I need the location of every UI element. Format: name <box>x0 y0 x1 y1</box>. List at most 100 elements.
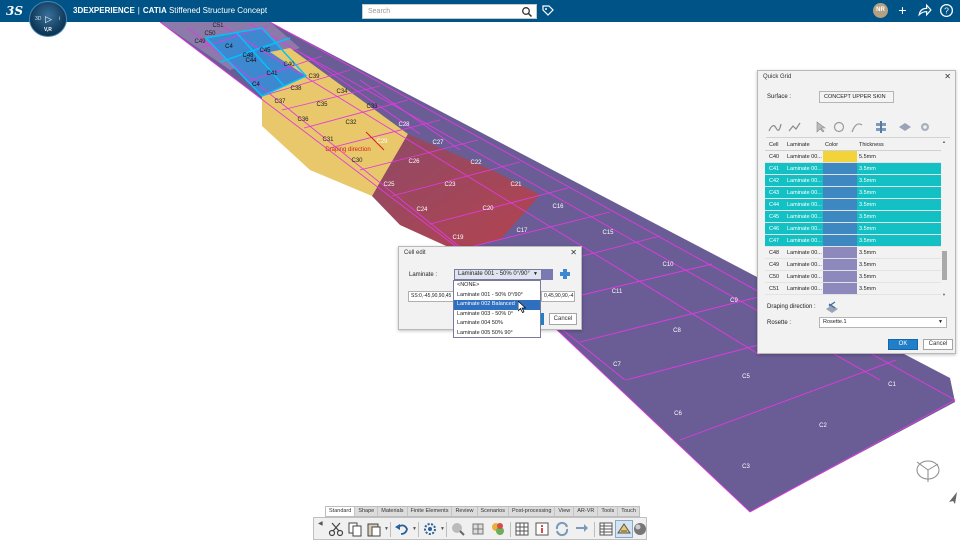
chevron-down-icon[interactable]: ▼ <box>412 526 417 532</box>
cell-label-c31[interactable]: C31 <box>322 137 334 143</box>
table-row[interactable]: C47 Laminate 00... 3.5mm <box>765 235 941 247</box>
cut-icon[interactable] <box>328 521 344 537</box>
cell-label-c3[interactable]: C3 <box>742 464 750 470</box>
cell-label-c40[interactable]: C40 <box>283 62 295 68</box>
tab-touch[interactable]: Touch <box>618 507 639 516</box>
close-icon[interactable]: ✕ <box>944 72 951 81</box>
cell-label-c21[interactable]: C21 <box>510 182 522 188</box>
cell-label-c44[interactable]: C44 <box>245 58 257 64</box>
info-icon[interactable] <box>534 521 550 537</box>
cell-label-c51[interactable]: C51 <box>212 23 224 29</box>
table-row[interactable]: C40 Laminate 00... 5.5mm <box>765 151 941 163</box>
search-input[interactable]: Search <box>362 4 537 19</box>
cell-label-c9[interactable]: C9 <box>730 298 738 304</box>
tab-standard[interactable]: Standard <box>326 507 356 516</box>
share-icon[interactable] <box>917 3 932 18</box>
compass-widget[interactable]: 3D ▷ i V,R <box>29 1 67 37</box>
cell-label-c17[interactable]: C17 <box>516 228 528 234</box>
cancel-button[interactable]: Cancel <box>923 339 953 350</box>
measure-icon[interactable] <box>450 521 466 537</box>
column-header-cell[interactable]: Cell <box>769 139 778 151</box>
dropdown-option-laminate-002[interactable]: Laminate 002 Balanced <box>454 300 540 310</box>
cell-label-c33[interactable]: C33 <box>366 104 378 110</box>
stacking-sequence-field[interactable]: SS:0,-45,90,90,45 <box>408 291 458 302</box>
chevron-down-icon[interactable]: ▼ <box>533 270 538 279</box>
tab-post-processing[interactable]: Post-processing <box>509 507 556 516</box>
cell-label-c4y[interactable]: C4 <box>252 82 260 88</box>
cell-label-c23[interactable]: C23 <box>444 182 456 188</box>
close-icon[interactable]: ✕ <box>570 248 577 257</box>
search-icon[interactable] <box>521 6 533 18</box>
cell-label-c32[interactable]: C32 <box>345 120 357 126</box>
cell-label-c39[interactable]: C39 <box>308 74 320 80</box>
table-row[interactable]: C44 Laminate 00... 3.5mm <box>765 199 941 211</box>
cell-label-c38[interactable]: C38 <box>290 86 302 92</box>
sync-icon[interactable] <box>574 521 590 537</box>
cell-label-c35[interactable]: C35 <box>316 102 328 108</box>
avatar[interactable]: NR <box>873 3 888 18</box>
tag-icon[interactable] <box>541 4 555 18</box>
cell-label-c34[interactable]: C34 <box>336 89 348 95</box>
dropdown-option-laminate-003[interactable]: Laminate 003 - 50% 0° <box>454 310 540 320</box>
table-icon[interactable] <box>598 521 614 537</box>
update-icon[interactable] <box>554 521 570 537</box>
draping-direction-icon[interactable] <box>825 300 839 314</box>
table-row[interactable]: C41 Laminate 00... 3.5mm <box>765 163 941 175</box>
brush-icon[interactable] <box>832 120 846 134</box>
cell-label-c27[interactable]: C27 <box>432 140 444 146</box>
chevron-left-icon[interactable]: ◀ <box>318 520 323 527</box>
ds-logo-icon[interactable]: 3S <box>6 4 23 18</box>
table-row[interactable]: C42 Laminate 00... 3.5mm <box>765 175 941 187</box>
cell-label-c8[interactable]: C8 <box>673 328 681 334</box>
ply-icon[interactable] <box>898 120 912 134</box>
tab-scenarios[interactable]: Scenarios <box>478 507 509 516</box>
add-icon[interactable]: + <box>895 3 910 18</box>
table-scrollbar[interactable]: ▲ ▼ <box>941 139 948 297</box>
laminate-edit-icon[interactable] <box>559 268 571 280</box>
table-row[interactable]: C48 Laminate 00... 3.5mm <box>765 247 941 259</box>
cell-label-c22[interactable]: C22 <box>470 160 482 166</box>
split-icon[interactable] <box>874 120 888 134</box>
grid-icon[interactable] <box>514 521 530 537</box>
table-row[interactable]: C51 Laminate 00... 3.5mm <box>765 283 941 295</box>
table-row[interactable]: C50 Laminate 00... 3.5mm <box>765 271 941 283</box>
cell-label-c49[interactable]: C49 <box>194 39 206 45</box>
cell-label-c19[interactable]: C19 <box>452 235 464 241</box>
cell-label-c1[interactable]: C1 <box>888 382 896 388</box>
cell-label-c28[interactable]: C28 <box>398 122 410 128</box>
help-icon[interactable]: ? <box>939 3 954 18</box>
stacking-sequence-tail[interactable]: 0,45,90,90,-4 <box>541 291 575 302</box>
cell-label-c16[interactable]: C16 <box>552 204 564 210</box>
column-header-laminate[interactable]: Laminate <box>787 139 810 151</box>
cell-label-c11[interactable]: C11 <box>612 289 623 295</box>
cell-label-c41[interactable]: C41 <box>266 71 278 77</box>
tab-materials[interactable]: Materials <box>378 507 408 516</box>
tab-view[interactable]: View <box>555 507 575 516</box>
cell-label-c36[interactable]: C36 <box>297 117 309 123</box>
dropdown-option-laminate-005[interactable]: Laminate 005 50% 90° <box>454 329 540 339</box>
undo-icon[interactable] <box>394 521 410 537</box>
draping-icon[interactable] <box>615 520 633 538</box>
cell-label-c15[interactable]: C15 <box>602 230 614 236</box>
cell-label-c37[interactable]: C37 <box>274 99 286 105</box>
table-row[interactable]: C43 Laminate 00... 3.5mm <box>765 187 941 199</box>
3d-orientation-icon[interactable] <box>910 452 950 488</box>
curve-edit-icon[interactable] <box>788 120 802 134</box>
cell-label-c24[interactable]: C24 <box>416 207 428 213</box>
cell-label-c10[interactable]: C10 <box>662 262 674 268</box>
cell-edit-cancel-button[interactable]: Cancel <box>549 313 577 325</box>
scrollbar-thumb[interactable] <box>942 251 947 280</box>
cell-label-c7[interactable]: C7 <box>613 362 621 368</box>
select-icon[interactable] <box>814 120 828 134</box>
settings-icon[interactable] <box>422 521 438 537</box>
render-icon[interactable] <box>632 521 648 537</box>
scroll-up-icon[interactable]: ▲ <box>942 139 946 144</box>
tab-finite-elements[interactable]: Finite Elements <box>408 507 453 516</box>
column-header-color[interactable]: Color <box>825 139 838 151</box>
material-icon[interactable] <box>490 521 506 537</box>
cell-label-c2[interactable]: C2 <box>819 423 827 429</box>
cell-label-c5[interactable]: C5 <box>742 374 750 380</box>
tab-shape[interactable]: Shape <box>355 507 379 516</box>
scroll-down-icon[interactable]: ▼ <box>942 292 946 297</box>
laminate-dropdown-list[interactable]: <NONE> Laminate 001 - 50% 0°/90° Laminat… <box>453 280 541 338</box>
